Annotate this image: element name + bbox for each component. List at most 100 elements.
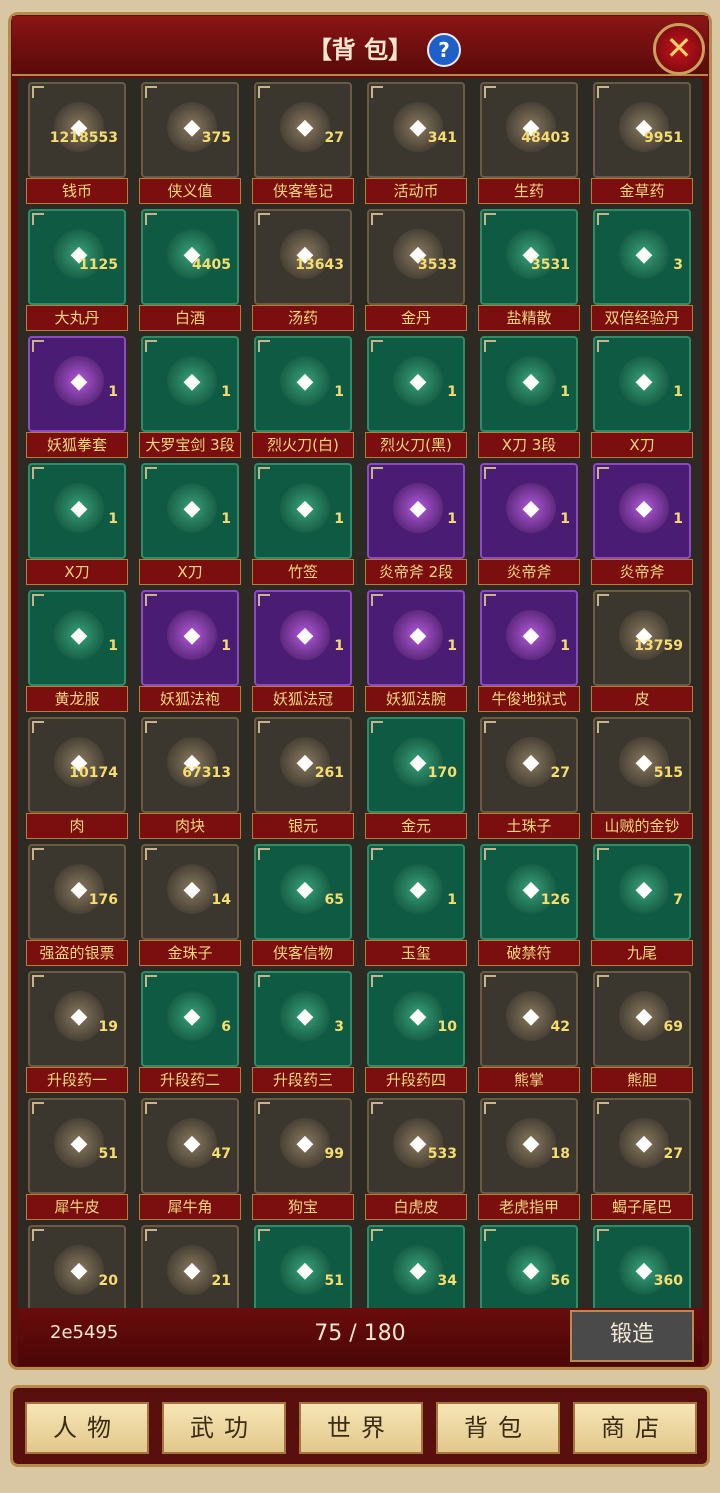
item-icon-box[interactable]: ◆ 1	[28, 336, 126, 432]
item-icon-box[interactable]: ◆ 1	[480, 590, 578, 686]
nav-character[interactable]: 人物	[25, 1402, 149, 1454]
inventory-slot[interactable]: ◆ 4405 白酒	[139, 207, 243, 333]
nav-martial-arts[interactable]: 武功	[162, 1402, 286, 1454]
inventory-slot[interactable]: ◆ 1 炎帝斧	[478, 461, 582, 587]
inventory-slot[interactable]: ◆ 1 大罗宝剑 3段	[139, 334, 243, 460]
inventory-slot[interactable]: ◆ 3533 金丹	[365, 207, 469, 333]
inventory-slot[interactable]: ◆ 20	[26, 1223, 130, 1308]
inventory-slot[interactable]: ◆ 1 炎帝斧 2段	[365, 461, 469, 587]
item-icon-box[interactable]: ◆ 7	[593, 844, 691, 940]
item-icon-box[interactable]: ◆ 13643	[254, 209, 352, 305]
inventory-slot[interactable]: ◆ 48403 生药	[478, 80, 582, 206]
inventory-slot[interactable]: ◆ 51	[252, 1223, 356, 1308]
inventory-slot[interactable]: ◆ 1 烈火刀(白)	[252, 334, 356, 460]
inventory-slot[interactable]: ◆ 51 犀牛皮	[26, 1096, 130, 1222]
inventory-slot[interactable]: ◆ 42 熊掌	[478, 969, 582, 1095]
inventory-slot[interactable]: ◆ 65 侠客信物	[252, 842, 356, 968]
inventory-slot[interactable]: ◆ 170 金元	[365, 715, 469, 841]
item-icon-box[interactable]: ◆ 13759	[593, 590, 691, 686]
inventory-slot[interactable]: ◆ 99 狗宝	[252, 1096, 356, 1222]
item-icon-box[interactable]: ◆ 1	[254, 336, 352, 432]
item-icon-box[interactable]: ◆ 1	[141, 463, 239, 559]
item-icon-box[interactable]: ◆ 14	[141, 844, 239, 940]
inventory-slot[interactable]: ◆ 3531 盐精散	[478, 207, 582, 333]
inventory-slot[interactable]: ◆ 14 金珠子	[139, 842, 243, 968]
inventory-slot[interactable]: ◆ 10174 肉	[26, 715, 130, 841]
item-icon-box[interactable]: ◆ 1	[593, 336, 691, 432]
item-icon-box[interactable]: ◆ 1	[141, 336, 239, 432]
item-icon-box[interactable]: ◆ 9951	[593, 82, 691, 178]
inventory-slot[interactable]: ◆ 47 犀牛角	[139, 1096, 243, 1222]
item-icon-box[interactable]: ◆ 1	[141, 590, 239, 686]
inventory-slot[interactable]: ◆ 27 蝎子尾巴	[591, 1096, 695, 1222]
item-icon-box[interactable]: ◆ 1	[28, 590, 126, 686]
inventory-slot[interactable]: ◆ 1 妖狐法腕	[365, 588, 469, 714]
item-icon-box[interactable]: ◆ 1	[254, 590, 352, 686]
item-icon-box[interactable]: ◆ 261	[254, 717, 352, 813]
inventory-slot[interactable]: ◆ 3 双倍经验丹	[591, 207, 695, 333]
item-icon-box[interactable]: ◆ 533	[367, 1098, 465, 1194]
item-icon-box[interactable]: ◆ 65	[254, 844, 352, 940]
inventory-slot[interactable]: ◆ 1 妖狐法冠	[252, 588, 356, 714]
inventory-slot[interactable]: ◆ 1 炎帝斧	[591, 461, 695, 587]
item-icon-box[interactable]: ◆ 47	[141, 1098, 239, 1194]
item-icon-box[interactable]: ◆ 67313	[141, 717, 239, 813]
item-icon-box[interactable]: ◆ 1	[367, 844, 465, 940]
inventory-slot[interactable]: ◆ 1 烈火刀(黑)	[365, 334, 469, 460]
inventory-slot[interactable]: ◆ 9951 金草药	[591, 80, 695, 206]
inventory-slot[interactable]: ◆ 261 银元	[252, 715, 356, 841]
item-icon-box[interactable]: ◆ 375	[141, 82, 239, 178]
inventory-slot[interactable]: ◆ 56	[478, 1223, 582, 1308]
item-icon-box[interactable]: ◆ 3	[593, 209, 691, 305]
inventory-slot[interactable]: ◆ 13759 皮	[591, 588, 695, 714]
item-icon-box[interactable]: ◆ 27	[254, 82, 352, 178]
item-icon-box[interactable]: ◆ 1	[480, 336, 578, 432]
item-icon-box[interactable]: ◆ 51	[28, 1098, 126, 1194]
inventory-slot[interactable]: ◆ 1 黄龙服	[26, 588, 130, 714]
inventory-slot[interactable]: ◆ 341 活动币	[365, 80, 469, 206]
item-icon-box[interactable]: ◆ 20	[28, 1225, 126, 1308]
item-icon-box[interactable]: ◆ 6	[141, 971, 239, 1067]
nav-shop[interactable]: 商店	[573, 1402, 697, 1454]
inventory-slot[interactable]: ◆ 375 侠义值	[139, 80, 243, 206]
item-icon-box[interactable]: ◆ 1218553	[28, 82, 126, 178]
inventory-slot[interactable]: ◆ 10 升段药四	[365, 969, 469, 1095]
inventory-slot[interactable]: ◆ 1 牛俊地狱式	[478, 588, 582, 714]
inventory-slot[interactable]: ◆ 27 侠客笔记	[252, 80, 356, 206]
inventory-slot[interactable]: ◆ 27 土珠子	[478, 715, 582, 841]
inventory-slot[interactable]: ◆ 1 X刀	[139, 461, 243, 587]
nav-bag[interactable]: 背包	[436, 1402, 560, 1454]
item-icon-box[interactable]: ◆ 10	[367, 971, 465, 1067]
inventory-slot[interactable]: ◆ 1 X刀 3段	[478, 334, 582, 460]
item-icon-box[interactable]: ◆ 1	[367, 463, 465, 559]
inventory-slot[interactable]: ◆ 1 妖狐法袍	[139, 588, 243, 714]
inventory-slot[interactable]: ◆ 18 老虎指甲	[478, 1096, 582, 1222]
item-icon-box[interactable]: ◆ 1	[367, 336, 465, 432]
item-icon-box[interactable]: ◆ 27	[593, 1098, 691, 1194]
inventory-slot[interactable]: ◆ 6 升段药二	[139, 969, 243, 1095]
item-icon-box[interactable]: ◆ 19	[28, 971, 126, 1067]
item-icon-box[interactable]: ◆ 341	[367, 82, 465, 178]
item-icon-box[interactable]: ◆ 3533	[367, 209, 465, 305]
inventory-slot[interactable]: ◆ 176 强盗的银票	[26, 842, 130, 968]
item-icon-box[interactable]: ◆ 51	[254, 1225, 352, 1308]
item-icon-box[interactable]: ◆ 1125	[28, 209, 126, 305]
item-icon-box[interactable]: ◆ 34	[367, 1225, 465, 1308]
item-icon-box[interactable]: ◆ 18	[480, 1098, 578, 1194]
inventory-slot[interactable]: ◆ 34	[365, 1223, 469, 1308]
item-icon-box[interactable]: ◆ 1	[367, 590, 465, 686]
item-icon-box[interactable]: ◆ 1	[593, 463, 691, 559]
item-icon-box[interactable]: ◆ 42	[480, 971, 578, 1067]
inventory-slot[interactable]: ◆ 1 X刀	[26, 461, 130, 587]
item-icon-box[interactable]: ◆ 170	[367, 717, 465, 813]
inventory-slot[interactable]: ◆ 126 破禁符	[478, 842, 582, 968]
inventory-slot[interactable]: ◆ 515 山贼的金钞	[591, 715, 695, 841]
inventory-slot[interactable]: ◆ 1 玉玺	[365, 842, 469, 968]
item-icon-box[interactable]: ◆ 10174	[28, 717, 126, 813]
item-icon-box[interactable]: ◆ 3	[254, 971, 352, 1067]
item-icon-box[interactable]: ◆ 126	[480, 844, 578, 940]
item-icon-box[interactable]: ◆ 56	[480, 1225, 578, 1308]
inventory-slot[interactable]: ◆ 19 升段药一	[26, 969, 130, 1095]
inventory-slot[interactable]: ◆ 1125 大丸丹	[26, 207, 130, 333]
nav-world[interactable]: 世界	[299, 1402, 423, 1454]
